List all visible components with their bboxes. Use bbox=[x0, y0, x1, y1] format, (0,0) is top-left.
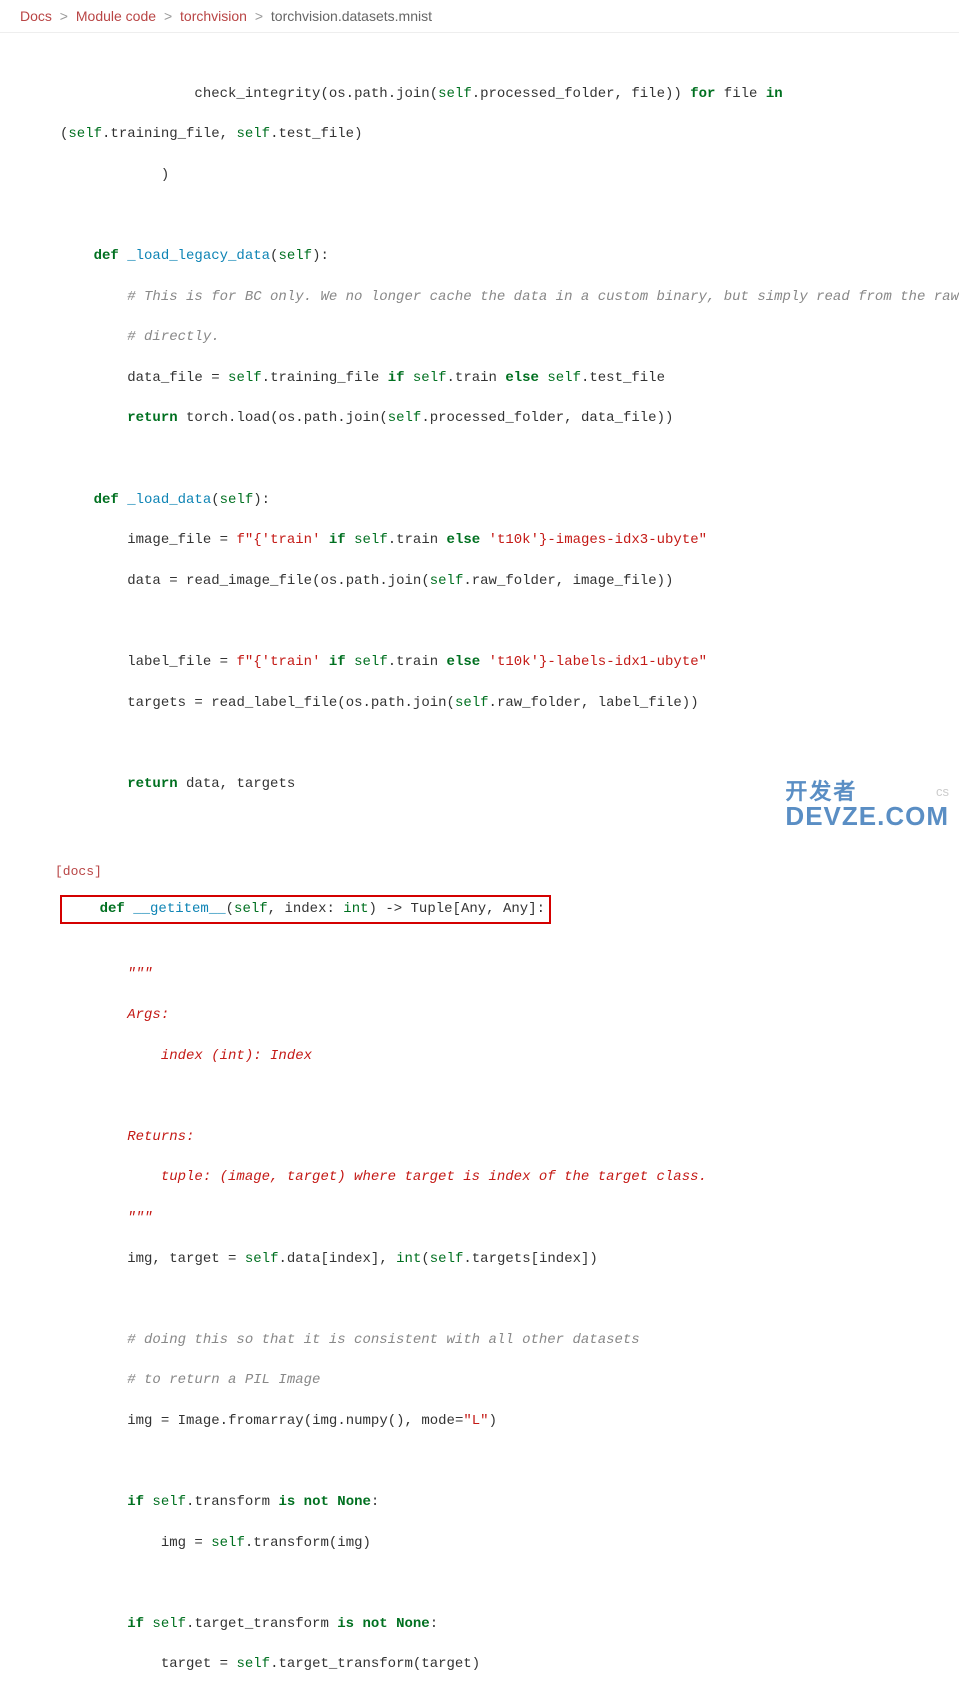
code-line bbox=[60, 205, 929, 225]
breadcrumb-link-module[interactable]: Module code bbox=[76, 8, 156, 24]
code-line: (self.training_file, self.test_file) bbox=[60, 124, 929, 144]
code-line-highlighted: def __getitem__(self, index: int) -> Tup… bbox=[60, 895, 929, 923]
code-line bbox=[60, 1086, 929, 1106]
code-line bbox=[60, 1289, 929, 1309]
breadcrumb-sep: > bbox=[251, 8, 267, 24]
code-line: if self.target_transform is not None: bbox=[60, 1614, 929, 1634]
code-line: img, target = self.data[index], int(self… bbox=[60, 1249, 929, 1269]
code-line: """ bbox=[60, 1208, 929, 1228]
code-line bbox=[60, 814, 929, 834]
code-line bbox=[60, 449, 929, 469]
code-line: return data, targets bbox=[60, 774, 929, 794]
breadcrumb-link-docs[interactable]: Docs bbox=[20, 8, 52, 24]
breadcrumb-current: torchvision.datasets.mnist bbox=[271, 8, 432, 24]
code-line: check_integrity(os.path.join(self.proces… bbox=[60, 84, 929, 104]
code-line: image_file = f"{'train' if self.train el… bbox=[60, 530, 929, 550]
code-line: # to return a PIL Image bbox=[60, 1370, 929, 1390]
code-line: img = self.transform(img) bbox=[60, 1533, 929, 1553]
code-line: img = Image.fromarray(img.numpy(), mode=… bbox=[60, 1411, 929, 1431]
code-line: data_file = self.training_file if self.t… bbox=[60, 368, 929, 388]
source-code-block: check_integrity(os.path.join(self.proces… bbox=[0, 33, 959, 1688]
code-line: label_file = f"{'train' if self.train el… bbox=[60, 652, 929, 672]
code-line: targets = read_label_file(os.path.join(s… bbox=[60, 693, 929, 713]
code-line: Args: bbox=[60, 1005, 929, 1025]
code-line: tuple: (image, target) where target is i… bbox=[60, 1167, 929, 1187]
docs-link[interactable]: [docs] bbox=[55, 863, 102, 882]
breadcrumb: Docs > Module code > torchvision > torch… bbox=[0, 0, 959, 33]
code-line: """ bbox=[60, 964, 929, 984]
code-line: def _load_legacy_data(self): bbox=[60, 246, 929, 266]
code-line bbox=[60, 1451, 929, 1471]
code-line: data = read_image_file(os.path.join(self… bbox=[60, 571, 929, 591]
code-line: Returns: bbox=[60, 1127, 929, 1147]
code-line: def _load_data(self): bbox=[60, 490, 929, 510]
code-line bbox=[60, 611, 929, 631]
code-line: ) bbox=[60, 165, 929, 185]
breadcrumb-link-torchvision[interactable]: torchvision bbox=[180, 8, 247, 24]
code-line: target = self.target_transform(target) bbox=[60, 1654, 929, 1674]
code-line bbox=[60, 1573, 929, 1593]
code-line: index (int): Index bbox=[60, 1046, 929, 1066]
code-line bbox=[60, 733, 929, 753]
code-line: return torch.load(os.path.join(self.proc… bbox=[60, 408, 929, 428]
code-line: # directly. bbox=[60, 327, 929, 347]
code-line: if self.transform is not None: bbox=[60, 1492, 929, 1512]
breadcrumb-sep: > bbox=[160, 8, 176, 24]
code-line: # doing this so that it is consistent wi… bbox=[60, 1330, 929, 1350]
code-line: # This is for BC only. We no longer cach… bbox=[60, 287, 929, 307]
breadcrumb-sep: > bbox=[56, 8, 72, 24]
